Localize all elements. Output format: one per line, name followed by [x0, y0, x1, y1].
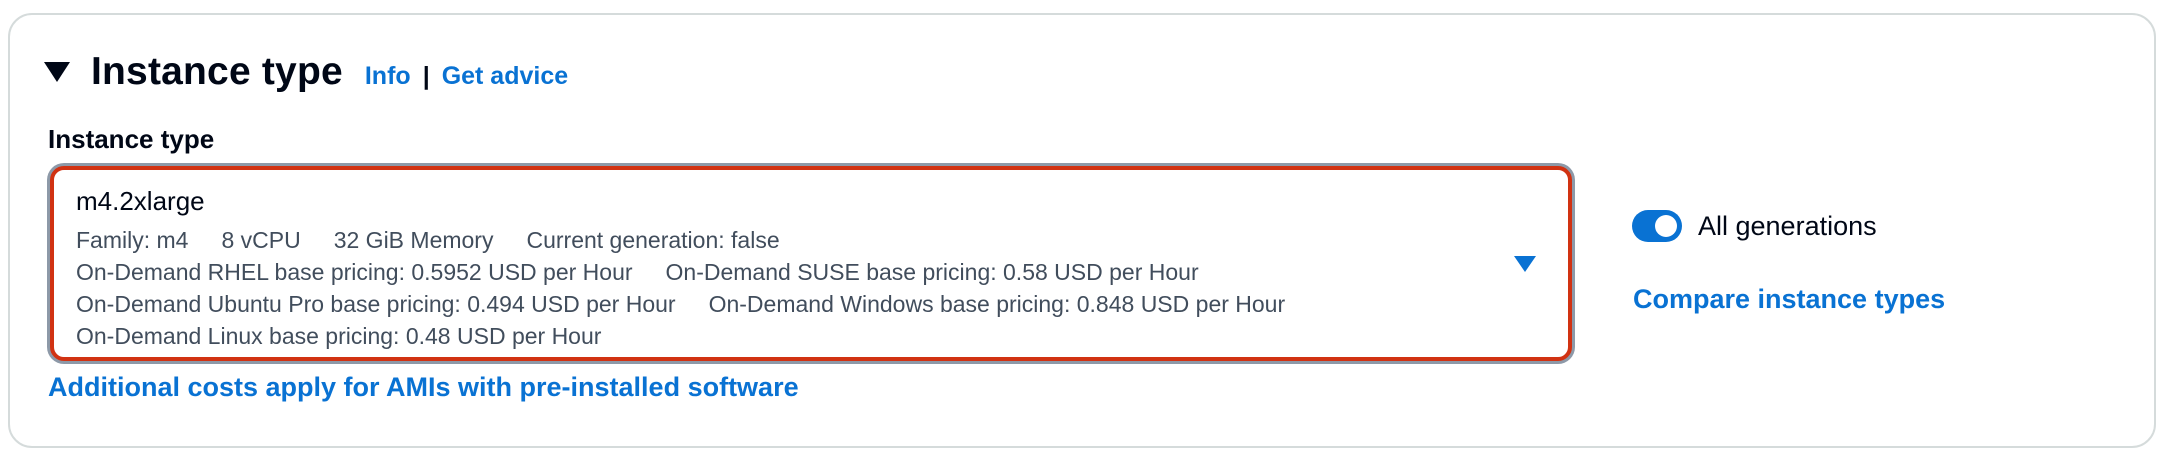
detail-family: Family: m4	[76, 227, 189, 253]
detail-memory: 32 GiB Memory	[333, 227, 494, 253]
additional-costs-link[interactable]: Additional costs apply for AMIs with pre…	[48, 372, 799, 403]
detail-vcpu: 8 vCPU	[221, 227, 301, 253]
section-header: Instance type Info | Get advice	[44, 42, 568, 102]
detail-row-specs: Family: m4 8 vCPU 32 GiB Memory Current …	[76, 224, 1285, 256]
get-advice-link[interactable]: Get advice	[442, 62, 568, 91]
selected-instance-type: m4.2xlarge	[76, 186, 205, 216]
compare-instance-types-link[interactable]: Compare instance types	[1633, 284, 1945, 315]
detail-row-pricing-1: On-Demand RHEL base pricing: 0.5952 USD …	[76, 256, 1285, 288]
instance-details: Family: m4 8 vCPU 32 GiB Memory Current …	[76, 224, 1285, 352]
all-generations-toggle[interactable]	[1632, 210, 1682, 242]
info-link[interactable]: Info	[365, 62, 411, 91]
detail-suse-pricing: On-Demand SUSE base pricing: 0.58 USD pe…	[665, 259, 1199, 285]
caret-down-icon[interactable]	[44, 55, 78, 89]
section-title: Instance type	[91, 50, 343, 93]
link-separator: |	[422, 61, 430, 90]
all-generations-label: All generations	[1698, 210, 1877, 241]
toggle-knob	[1655, 215, 1677, 237]
detail-linux-pricing: On-Demand Linux base pricing: 0.48 USD p…	[76, 323, 602, 349]
detail-windows-pricing: On-Demand Windows base pricing: 0.848 US…	[708, 291, 1286, 317]
instance-type-label: Instance type	[48, 124, 215, 154]
detail-generation: Current generation: false	[526, 227, 780, 253]
detail-rhel-pricing: On-Demand RHEL base pricing: 0.5952 USD …	[76, 259, 633, 285]
dropdown-arrow-icon[interactable]	[1514, 256, 1536, 272]
detail-ubuntu-pricing: On-Demand Ubuntu Pro base pricing: 0.494…	[76, 291, 676, 317]
header-links: Info | Get advice	[365, 62, 568, 91]
detail-row-pricing-2: On-Demand Ubuntu Pro base pricing: 0.494…	[76, 288, 1285, 320]
all-generations-toggle-row: All generations	[1632, 210, 1877, 242]
detail-row-pricing-3: On-Demand Linux base pricing: 0.48 USD p…	[76, 320, 1285, 352]
instance-type-select[interactable]: m4.2xlarge Family: m4 8 vCPU 32 GiB Memo…	[50, 166, 1572, 361]
